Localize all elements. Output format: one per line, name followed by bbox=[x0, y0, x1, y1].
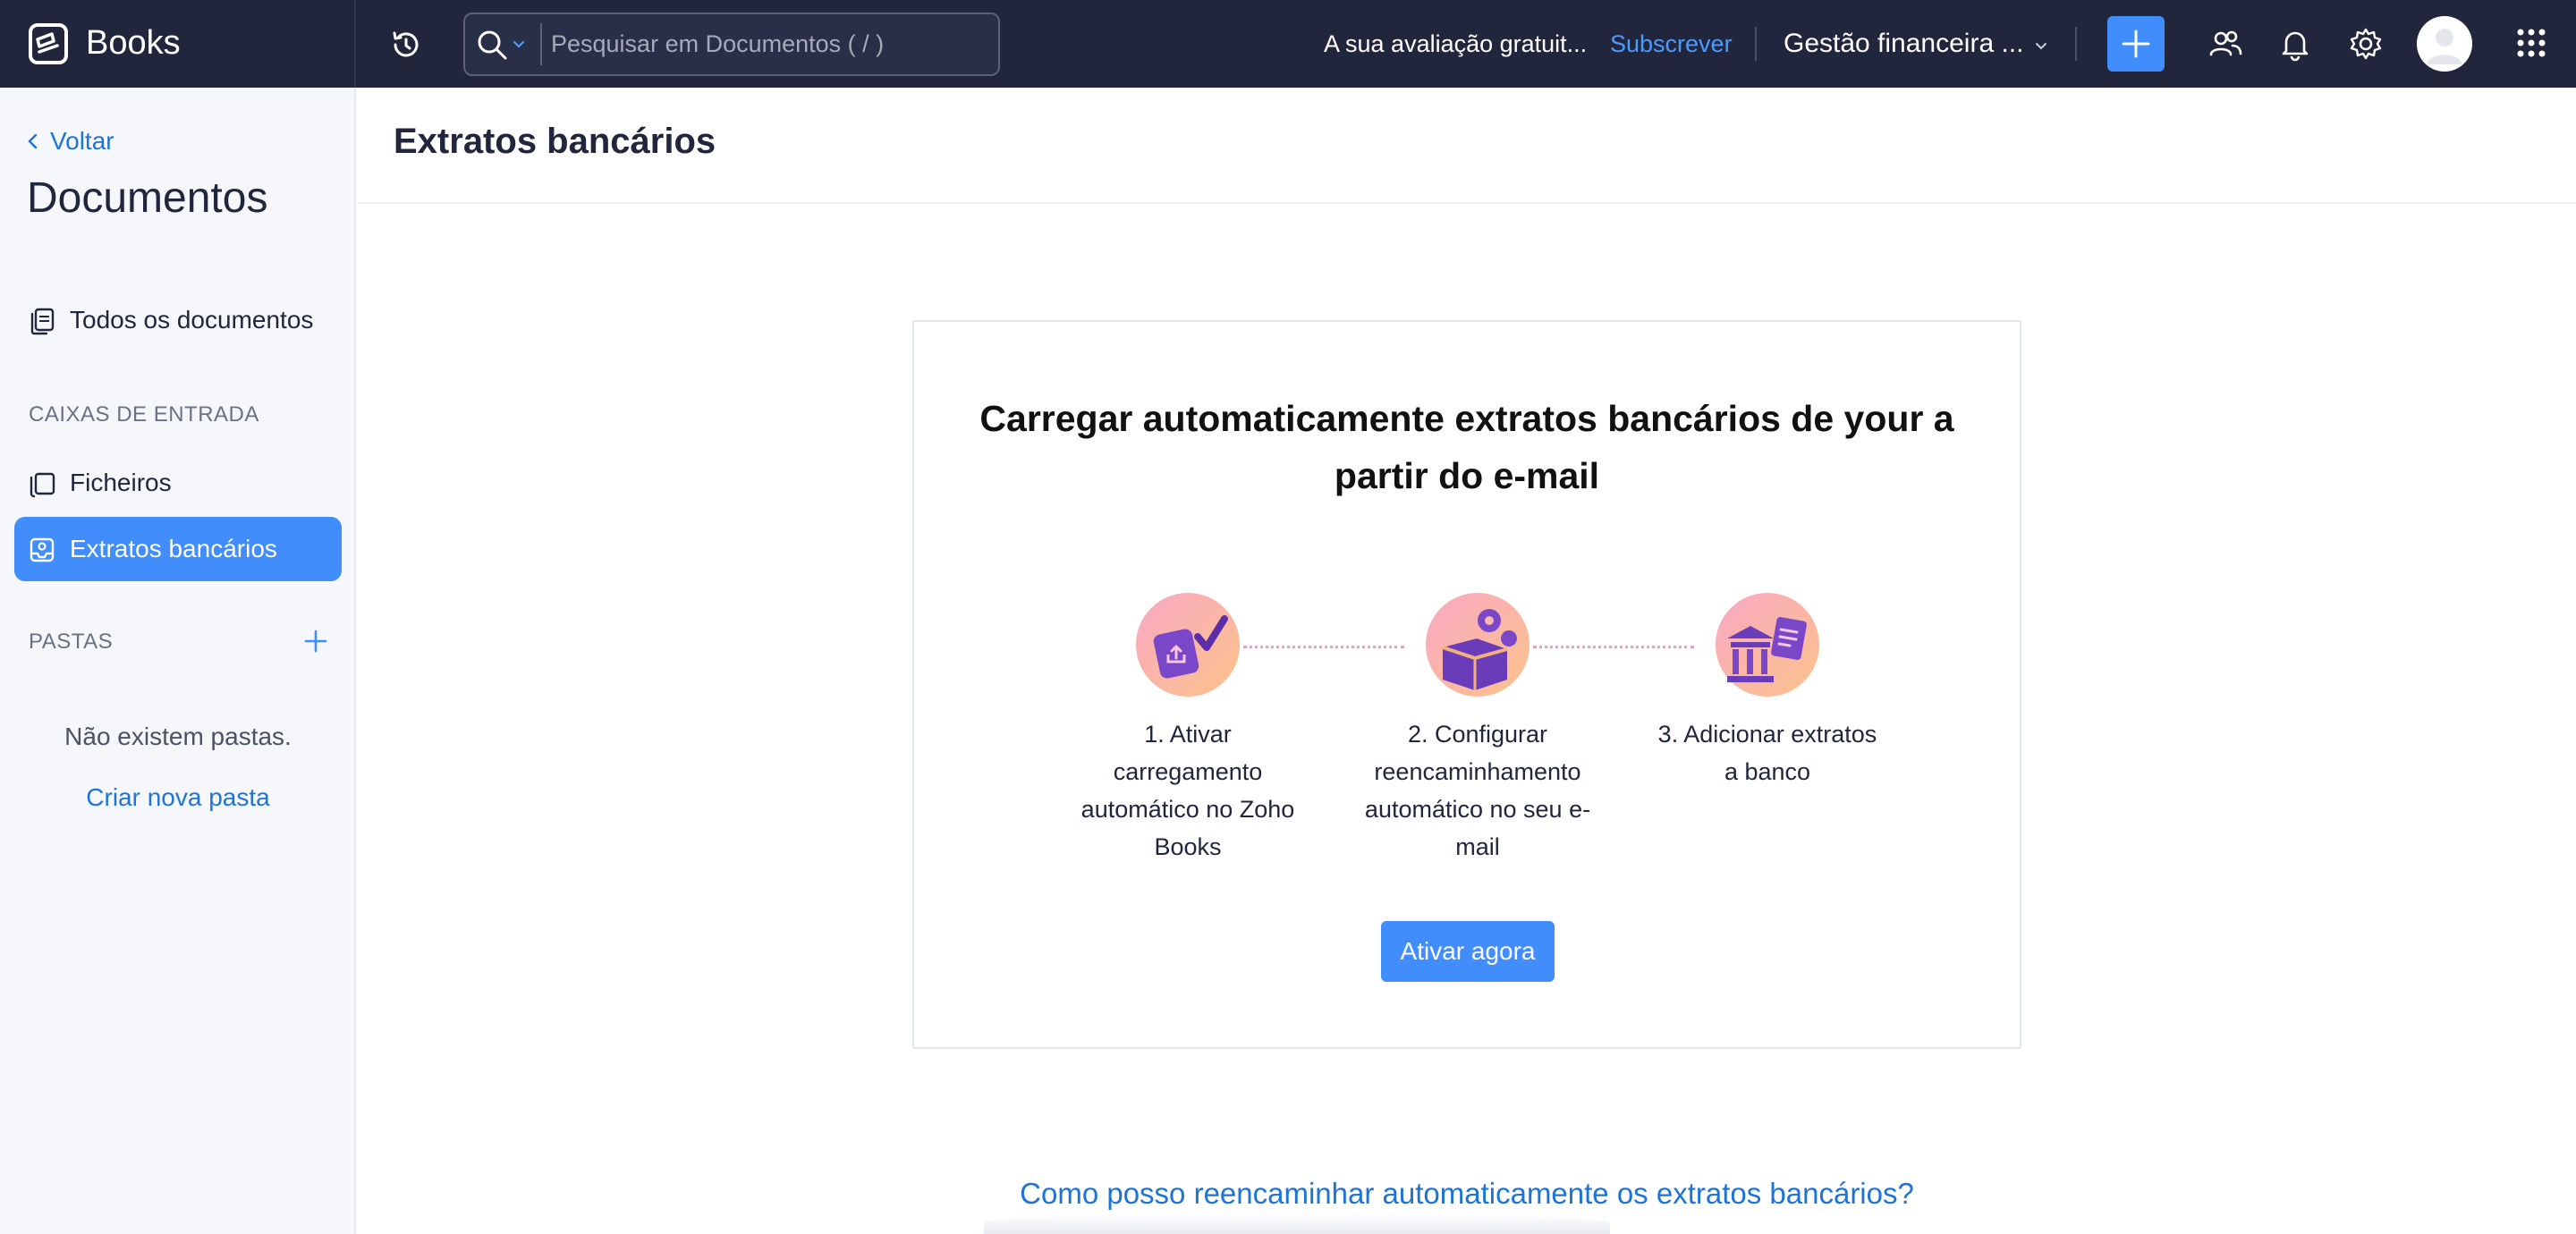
empty-folders-text: Não existem pastas. bbox=[64, 723, 292, 750]
quick-create-button[interactable] bbox=[2107, 16, 2165, 72]
scroll-shadow bbox=[984, 1213, 1610, 1234]
step-item: 3. Adicionar extratos a banco bbox=[1651, 592, 1884, 790]
apps-grid-icon[interactable] bbox=[2515, 27, 2547, 59]
step-label: 2. Configurar reencaminhamento automátic… bbox=[1364, 721, 1591, 860]
chevron-left-icon bbox=[28, 133, 38, 149]
trial-status-text: A sua avaliação gratuit... bbox=[1324, 30, 1588, 57]
inbox-section-heading: CAIXAS DE ENTRADA bbox=[29, 402, 259, 427]
inbox-icon bbox=[30, 537, 55, 562]
organization-switcher[interactable]: Gestão financeira ... bbox=[1784, 29, 2023, 59]
documents-icon bbox=[30, 308, 55, 335]
files-icon bbox=[30, 472, 55, 498]
add-folder-icon[interactable] bbox=[302, 628, 329, 655]
gear-box-icon bbox=[1426, 593, 1530, 697]
create-folder-link[interactable]: Criar nova pasta bbox=[0, 783, 356, 812]
sidebar-item-label: Ficheiros bbox=[70, 469, 172, 496]
activate-now-button[interactable]: Ativar agora bbox=[1381, 921, 1555, 982]
step-label: 3. Adicionar extratos a banco bbox=[1657, 721, 1877, 785]
step-label: 1. Ativar carregamento automático no Zoh… bbox=[1080, 721, 1295, 860]
bell-icon[interactable] bbox=[2277, 26, 2313, 62]
brand[interactable]: Books bbox=[0, 0, 356, 88]
sidebar-title: Documentos bbox=[27, 174, 268, 222]
sidebar-item-label: Todos os documentos bbox=[70, 306, 314, 334]
plus-icon bbox=[2122, 30, 2150, 58]
help-link[interactable]: Como posso reencaminhar automaticamente … bbox=[921, 1177, 2012, 1211]
gear-icon[interactable] bbox=[2348, 26, 2384, 62]
divider bbox=[2075, 27, 2077, 61]
upload-check-icon bbox=[1136, 593, 1240, 697]
page-header: Extratos bancários bbox=[358, 88, 2576, 204]
sidebar-item-bank-statements[interactable]: Extratos bancários bbox=[14, 517, 342, 581]
users-icon[interactable] bbox=[2207, 26, 2243, 62]
search-icon[interactable] bbox=[476, 29, 510, 63]
card-title: Carregar automaticamente extratos bancár… bbox=[979, 398, 1954, 496]
recent-history-icon[interactable] bbox=[386, 25, 426, 64]
search-input[interactable] bbox=[551, 14, 989, 74]
step-item: 2. Configurar reencaminhamento automátic… bbox=[1361, 592, 1594, 866]
divider bbox=[1755, 27, 1757, 61]
folders-section-heading: PASTAS bbox=[29, 630, 114, 654]
setup-card: Carregar automaticamente extratos bancár… bbox=[912, 320, 2021, 1049]
step-item: 1. Ativar carregamento automático no Zoh… bbox=[1072, 592, 1304, 866]
sidebar-item-files[interactable]: Ficheiros bbox=[14, 451, 342, 515]
search-box[interactable] bbox=[463, 13, 1000, 76]
back-link[interactable]: Voltar bbox=[27, 127, 114, 156]
top-bar: Books A sua avaliação gratuit... Subscre… bbox=[0, 0, 2576, 88]
sidebar-item-label: Extratos bancários bbox=[70, 535, 277, 562]
page-title: Extratos bancários bbox=[394, 122, 716, 161]
sidebar: Voltar Documentos Todos os documentos CA… bbox=[0, 88, 356, 1234]
chevron-down-icon[interactable] bbox=[2034, 39, 2048, 54]
back-label: Voltar bbox=[50, 127, 114, 155]
avatar[interactable] bbox=[2417, 16, 2472, 72]
chevron-down-icon[interactable] bbox=[512, 38, 526, 52]
sidebar-item-all-documents[interactable]: Todos os documentos bbox=[14, 288, 342, 352]
bank-document-icon bbox=[1716, 593, 1819, 697]
books-logo-icon bbox=[29, 23, 68, 64]
search-divider bbox=[540, 23, 542, 65]
brand-name: Books bbox=[86, 24, 181, 62]
subscribe-link[interactable]: Subscrever bbox=[1610, 30, 1733, 58]
user-avatar-icon bbox=[2417, 16, 2472, 72]
